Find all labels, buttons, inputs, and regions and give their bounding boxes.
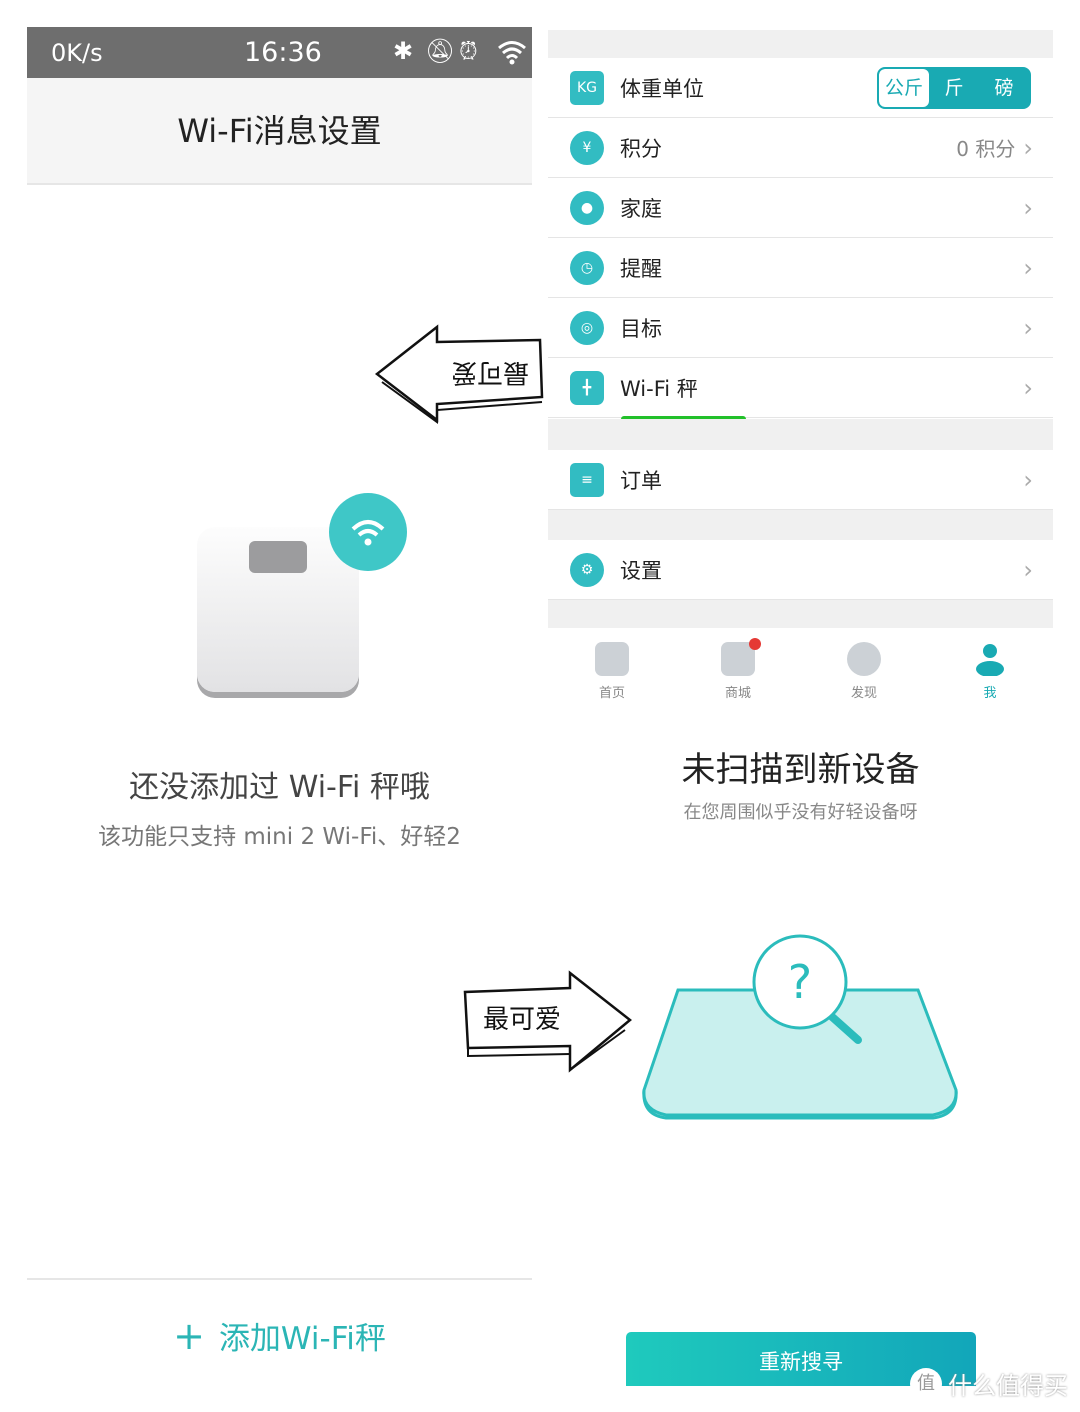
shopping-bag-icon bbox=[721, 638, 761, 676]
scale-display bbox=[249, 541, 307, 573]
chevron-right-icon: › bbox=[1023, 555, 1033, 584]
compass-icon bbox=[847, 642, 881, 676]
tab-mall[interactable]: 商城 bbox=[675, 638, 801, 718]
no-device-subtitle: 在您周围似乎没有好轻设备呀 bbox=[683, 802, 918, 823]
chevron-right-icon: › bbox=[1023, 373, 1033, 402]
goal-row[interactable]: ◎ 目标 › bbox=[548, 298, 1053, 358]
divider bbox=[27, 1278, 532, 1280]
unit-option-jin[interactable]: 斤 bbox=[929, 69, 979, 107]
unit-option-kg[interactable]: 公斤 bbox=[879, 68, 929, 107]
arrow-right-annotation: 最可爱 bbox=[463, 970, 632, 1073]
wifi-icon bbox=[498, 41, 526, 65]
wifi-settings-screen: 0K/s 16:36 ✱ 🔕︎ ⏰︎ Wi-Fi消息设置 还没添加过 Wi-Fi… bbox=[27, 27, 532, 1412]
clock-icon: ◷ bbox=[570, 250, 604, 285]
question-mark-icon: ? bbox=[788, 955, 812, 1009]
tab-home[interactable]: 首页 bbox=[549, 638, 675, 718]
target-icon: ◎ bbox=[570, 310, 604, 345]
notification-dot bbox=[749, 638, 761, 650]
home-icon bbox=[595, 642, 629, 676]
empty-title: 还没添加过 Wi-Fi 秤哦 bbox=[129, 770, 430, 805]
arrow-text: 最可爱 bbox=[451, 357, 529, 387]
kg-weight-icon: KG bbox=[570, 70, 604, 105]
clipboard-icon: ≡ bbox=[570, 462, 604, 497]
tab-discover[interactable]: 发现 bbox=[801, 638, 927, 718]
no-device-title: 未扫描到新设备 bbox=[681, 750, 920, 790]
page-title: Wi-Fi消息设置 bbox=[27, 78, 532, 185]
alarm-icon: ⏰︎ bbox=[459, 37, 478, 65]
family-row[interactable]: ● 家庭 › bbox=[548, 178, 1053, 238]
scale-search-illustration: ? bbox=[642, 934, 958, 1120]
section-gap bbox=[548, 600, 1053, 628]
unit-segmented-control[interactable]: 公斤 斤 磅 bbox=[877, 66, 1031, 109]
chevron-right-icon: › bbox=[1023, 193, 1033, 222]
bluetooth-icon: ✱ bbox=[393, 37, 414, 65]
network-speed: 0K/s bbox=[51, 39, 103, 67]
section-gap bbox=[548, 30, 1053, 58]
bell-off-icon: 🔕︎ bbox=[425, 37, 456, 65]
plus-icon: + bbox=[173, 1314, 205, 1358]
clock: 16:36 bbox=[244, 37, 322, 68]
settings-row[interactable]: ⚙ 设置 › bbox=[548, 540, 1053, 600]
unit-option-lb[interactable]: 磅 bbox=[979, 69, 1029, 107]
chevron-right-icon: › bbox=[1023, 465, 1033, 494]
chevron-right-icon: › bbox=[1023, 133, 1033, 162]
tab-me[interactable]: 我 bbox=[927, 638, 1053, 718]
points-row[interactable]: ¥ 积分 0 积分 › bbox=[548, 118, 1053, 178]
empty-subtitle: 该功能只支持 mini 2 Wi-Fi、好轻2 bbox=[98, 824, 461, 850]
section-gap bbox=[548, 510, 1053, 540]
profile-screen: KG 体重单位 公斤 斤 磅 ¥ 积分 0 积分 › ● 家庭 › ◷ 提醒 › ◎ 目标 › ╋… bbox=[548, 30, 1053, 1412]
wifi-scale-row[interactable]: ╋ Wi-Fi 秤 › bbox=[548, 358, 1053, 418]
arrow-left-annotation: 最可爱 bbox=[374, 324, 544, 424]
wifi-bubble-icon bbox=[329, 493, 407, 571]
status-bar: 0K/s 16:36 ✱ 🔕︎ ⏰︎ bbox=[27, 27, 532, 78]
chevron-right-icon: › bbox=[1023, 253, 1033, 282]
person-icon bbox=[973, 642, 1007, 677]
reminder-row[interactable]: ◷ 提醒 › bbox=[548, 238, 1053, 298]
section-gap bbox=[548, 419, 1053, 450]
arrow-text: 最可爱 bbox=[483, 1005, 561, 1035]
order-row[interactable]: ≡ 订单 › bbox=[548, 450, 1053, 510]
scale-icon: ╋ bbox=[570, 370, 604, 405]
watermark-badge: 值 bbox=[910, 1367, 942, 1400]
watermark: 值 什么值得买 bbox=[910, 1366, 1068, 1401]
person-icon: ● bbox=[570, 190, 604, 225]
chevron-right-icon: › bbox=[1023, 313, 1033, 342]
add-wifi-scale-button[interactable]: + 添加Wi-Fi秤 bbox=[27, 1313, 532, 1358]
weight-unit-row: KG 体重单位 公斤 斤 磅 bbox=[548, 58, 1053, 118]
gear-icon: ⚙ bbox=[570, 552, 604, 587]
yuan-coin-icon: ¥ bbox=[570, 130, 604, 165]
